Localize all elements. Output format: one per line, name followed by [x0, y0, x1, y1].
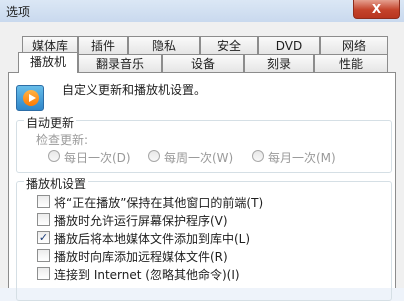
tab-security[interactable]: 安全 — [200, 36, 258, 55]
radio-daily-label: 每日一次(D) — [64, 151, 131, 165]
tab-dvd[interactable]: DVD — [258, 36, 320, 55]
window-title: 选项 — [6, 5, 31, 19]
header-description: 自定义更新和播放机设置。 — [62, 83, 207, 97]
tab-rip-music[interactable]: 翻录音乐 — [78, 54, 162, 73]
auto-update-legend: 自动更新 — [24, 114, 77, 131]
player-settings-legend: 播放机设置 — [24, 175, 89, 192]
tab-privacy[interactable]: 隐私 — [128, 36, 200, 55]
tab-performance[interactable]: 性能 — [314, 54, 388, 73]
radio-daily[interactable] — [48, 150, 60, 162]
checkbox-allow-screensaver-label: 播放时允许运行屏幕保护程序(V) — [54, 214, 228, 228]
checkbox-connect-internet-label: 连接到 Internet (忽略其他命令)(I) — [54, 268, 240, 282]
checkbox-add-local-files[interactable]: ✓ — [37, 231, 50, 244]
checkbox-keep-on-top-label: 将“正在播放”保持在其他窗口的前端(T) — [54, 196, 264, 210]
radio-weekly[interactable] — [148, 150, 160, 162]
tab-plugins[interactable]: 插件 — [78, 36, 128, 55]
close-button[interactable]: X — [353, 0, 400, 19]
radio-weekly-label: 每周一次(W) — [164, 151, 234, 165]
media-player-icon — [16, 85, 44, 111]
checkbox-keep-on-top[interactable] — [37, 195, 50, 208]
radio-monthly[interactable] — [252, 150, 264, 162]
checkbox-connect-internet[interactable] — [37, 267, 50, 280]
checkbox-add-local-files-label: 播放后将本地媒体文件添加到库中(L) — [54, 232, 251, 246]
title-bar: 选项 X — [0, 0, 404, 23]
checkbox-add-remote-files[interactable] — [37, 249, 50, 262]
tab-player[interactable]: 播放机 — [18, 52, 78, 73]
tab-burn[interactable]: 刻录 — [244, 54, 314, 73]
radio-monthly-label: 每月一次(M) — [268, 151, 336, 165]
tab-network[interactable]: 网络 — [320, 36, 388, 55]
checkbox-add-remote-files-label: 播放时向库添加远程媒体文件(R) — [54, 250, 228, 264]
checkbox-allow-screensaver[interactable] — [37, 213, 50, 226]
tab-devices[interactable]: 设备 — [162, 54, 244, 73]
check-updates-label: 检查更新: — [36, 133, 89, 147]
